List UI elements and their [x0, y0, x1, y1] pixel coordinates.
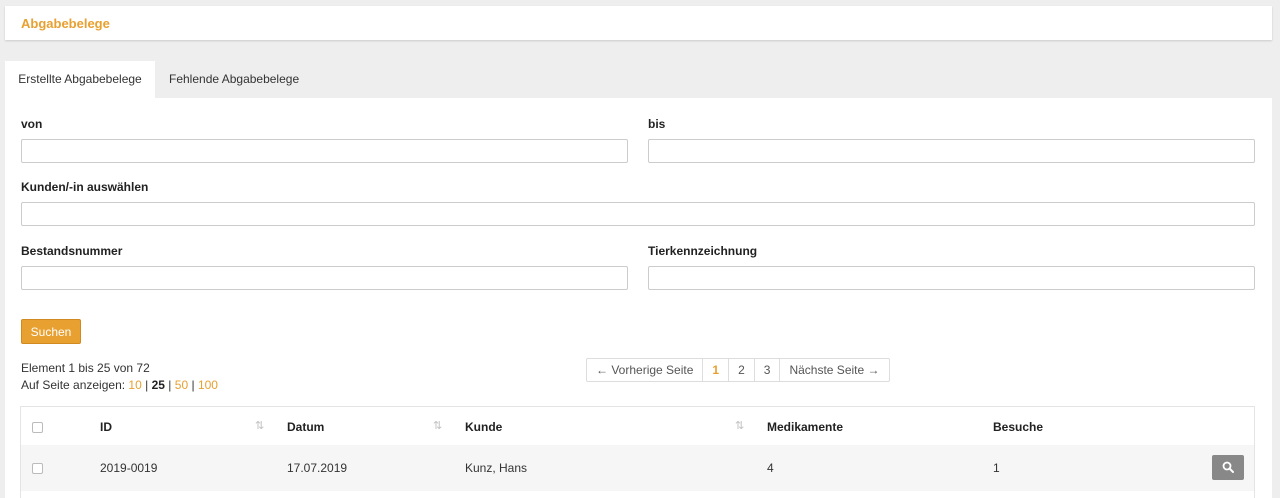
column-header-kunde[interactable]: Kunde	[465, 420, 502, 434]
kunde-label: Kunden/-in auswählen	[21, 180, 149, 194]
tab-fehlende-abgabebelege[interactable]: Fehlende Abgabebelege	[169, 61, 299, 98]
cell-medikamente: 4	[767, 461, 774, 475]
sort-arrows-icon[interactable]: ⇅	[433, 419, 442, 432]
sort-arrows-icon[interactable]: ⇅	[735, 419, 744, 432]
bestandsnummer-label: Bestandsnummer	[21, 244, 123, 258]
page-2-button[interactable]: 2	[728, 359, 754, 381]
cell-datum: 17.07.2019	[287, 461, 348, 475]
results-summary: Element 1 bis 25 von 72	[21, 361, 150, 375]
page-header: Abgabebelege	[5, 6, 1272, 40]
prev-page-button[interactable]: ← Vorherige Seite	[587, 359, 702, 381]
column-header-besuche: Besuche	[993, 420, 1044, 434]
per-page-10[interactable]: 10	[128, 378, 141, 392]
per-page-separator: |	[168, 378, 172, 392]
column-header-datum[interactable]: Datum	[287, 420, 324, 434]
bis-label: bis	[648, 117, 666, 131]
page-title: Abgabebelege	[21, 16, 110, 31]
column-header-medikamente: Medikamente	[767, 420, 844, 434]
tab-erstellte-abgabebelege[interactable]: Erstellte Abgabebelege	[5, 61, 155, 98]
pagination: ← Vorherige Seite 1 2 3 Nächste Seite →	[586, 358, 890, 382]
per-page-label: Auf Seite anzeigen:	[21, 378, 126, 392]
per-page-25[interactable]: 25	[152, 378, 165, 392]
tierkennzeichnung-input[interactable]	[648, 266, 1255, 290]
bis-input[interactable]	[648, 139, 1255, 163]
row-checkbox[interactable]	[32, 463, 43, 474]
content-panel: von bis Kunden/-in auswählen Bestandsnum…	[5, 98, 1272, 498]
per-page-separator: |	[145, 378, 149, 392]
cell-id: 2019-0019	[100, 461, 158, 475]
table-header: ID ⇅ Datum ⇅ Kunde ⇅ Medikamente Besuche	[21, 407, 1254, 445]
per-page-separator: |	[191, 378, 195, 392]
search-icon	[1222, 461, 1234, 473]
von-label: von	[21, 117, 43, 131]
page-1-button[interactable]: 1	[702, 359, 728, 381]
tierkennzeichnung-label: Tierkennzeichnung	[648, 244, 758, 258]
per-page-50[interactable]: 50	[175, 378, 188, 392]
bestandsnummer-input[interactable]	[21, 266, 628, 290]
next-page-button[interactable]: Nächste Seite →	[779, 359, 888, 381]
table-row: 2019-0019 17.07.2019 Kunz, Hans 4 1	[21, 445, 1254, 491]
page-3-button[interactable]: 3	[753, 359, 780, 381]
per-page-100[interactable]: 100	[198, 378, 218, 392]
select-all-checkbox[interactable]	[32, 422, 43, 433]
column-header-id[interactable]: ID	[100, 420, 112, 434]
kunde-select-input[interactable]	[21, 202, 1255, 226]
search-button[interactable]: Suchen	[21, 319, 81, 344]
von-input[interactable]	[21, 139, 628, 163]
cell-besuche: 1	[993, 461, 1000, 475]
results-table: ID ⇅ Datum ⇅ Kunde ⇅ Medikamente Besuche…	[20, 406, 1255, 498]
sort-arrows-icon[interactable]: ⇅	[255, 419, 264, 432]
view-button[interactable]	[1212, 455, 1244, 480]
cell-kunde: Kunz, Hans	[465, 461, 528, 475]
per-page-selector: Auf Seite anzeigen: 10 | 25 | 50 | 100	[21, 378, 218, 392]
